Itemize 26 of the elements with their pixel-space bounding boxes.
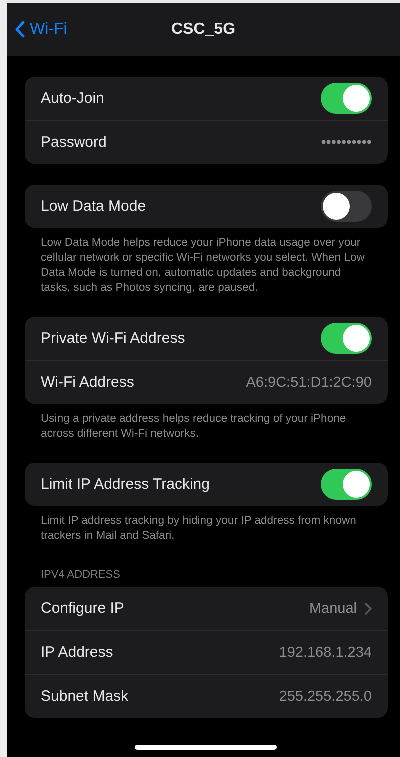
toggle-switch[interactable] <box>321 323 372 354</box>
chevron-right-icon <box>365 602 372 614</box>
row-label: Password <box>41 134 108 151</box>
row-value: 192.168.1.234 <box>279 644 372 660</box>
toggle-switch[interactable] <box>321 83 372 114</box>
back-link[interactable]: Wi-Fi <box>15 20 68 38</box>
row-value: 255.255.255.0 <box>279 688 372 704</box>
row-label: Auto-Join <box>41 90 106 107</box>
row-label: Low Data Mode <box>41 198 148 215</box>
screen-title: CSC_5G <box>171 20 236 38</box>
row-label: Limit IP Address Tracking <box>41 476 211 493</box>
section-header: IPV4 ADDRESS <box>40 569 122 583</box>
row-label: Wi-Fi Address <box>41 374 136 391</box>
toggle-switch[interactable] <box>321 191 372 222</box>
section-footer: Using a private address helps reduce tracking of your iPhone across different Wi-Fi networks. <box>41 412 372 442</box>
row-value: A6:9C:51:D1:2C:90 <box>246 374 372 390</box>
row-label: IP Address <box>41 644 114 661</box>
row-value: •••••••••• <box>321 134 372 150</box>
toggle-switch[interactable] <box>321 469 372 500</box>
row-label: Subnet Mask <box>41 688 130 705</box>
back-chevron-icon <box>15 21 25 38</box>
row-label: Configure IP <box>41 600 126 617</box>
row-label: Private Wi-Fi Address <box>41 330 186 347</box>
section-footer: Limit IP address tracking by hiding your IP address from known trackers in Mail and Safari. <box>41 514 372 544</box>
section-footer: Low Data Mode helps reduce your iPhone data usage over your cellular network or specific Wi-Fi networks you select. When Low Data Mode is turned on, automatic updates and background tasks, such as Photos syncing, are paused. <box>41 236 372 296</box>
row-value: Manual <box>309 600 357 616</box>
